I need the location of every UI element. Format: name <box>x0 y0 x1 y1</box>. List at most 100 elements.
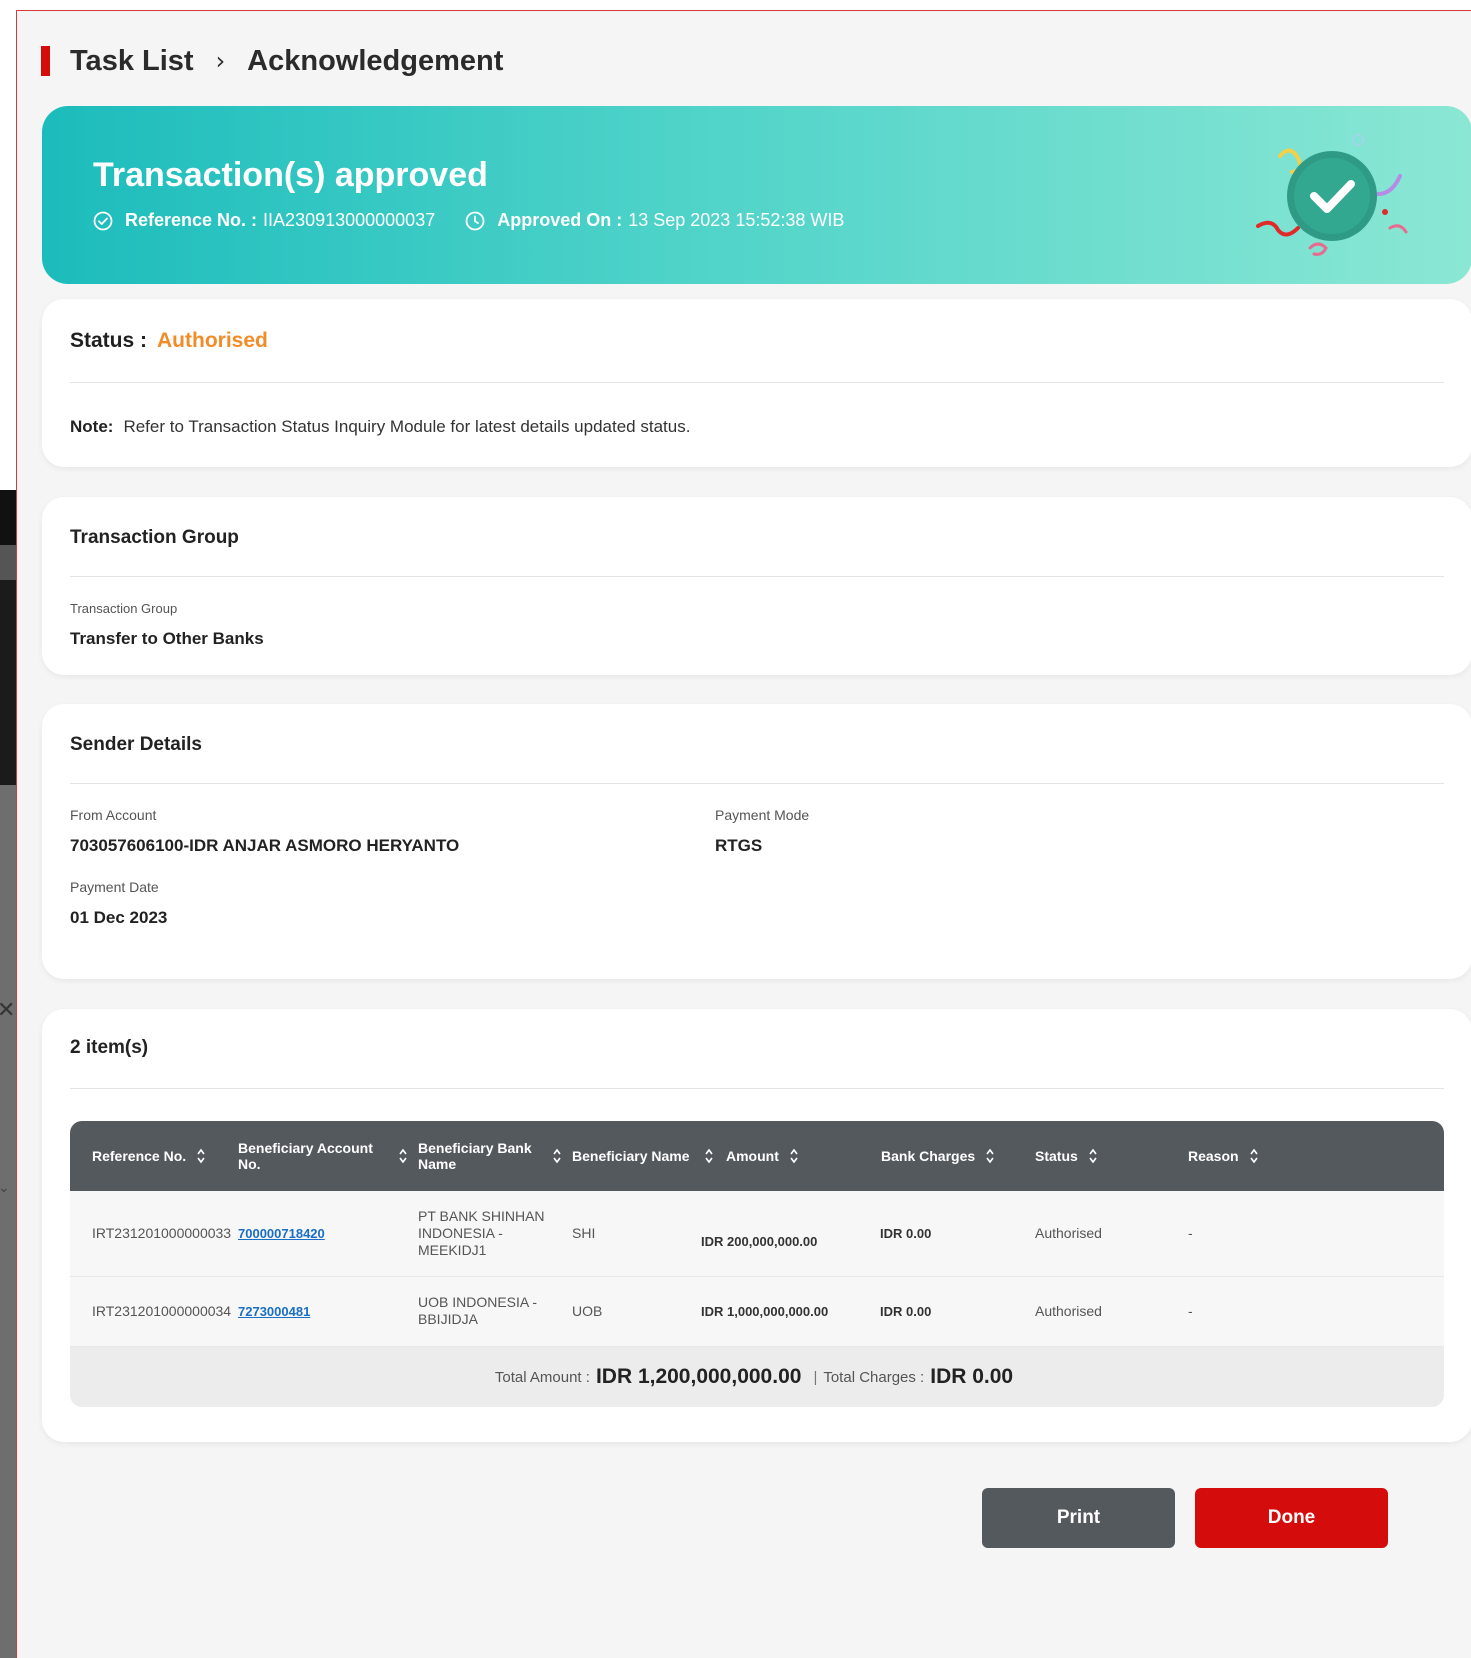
table-row: IRT231201000000033 700000718420 PT BANK … <box>70 1191 1444 1277</box>
divider <box>70 1088 1444 1089</box>
cell-beneficiary-name: SHI <box>572 1225 596 1241</box>
transaction-group-heading: Transaction Group <box>70 527 239 548</box>
cell-reference: IRT231201000000034 <box>92 1303 232 1319</box>
cell-bank: PT BANK SHINHAN INDONESIA - MEEKIDJ1 <box>418 1208 545 1258</box>
col-reason-label: Reason <box>1188 1148 1239 1164</box>
success-check-illustration <box>1256 134 1408 256</box>
col-amount[interactable]: Amount <box>726 1121 856 1191</box>
note-text: Refer to Transaction Status Inquiry Modu… <box>123 417 691 436</box>
cell-charges: IDR 0.00 <box>880 1304 932 1319</box>
cell-reason: - <box>1188 1225 1193 1241</box>
from-account-value: 703057606100-IDR ANJAR ASMORO HERYANTO <box>70 836 460 855</box>
sort-icon[interactable] <box>552 1147 562 1165</box>
status-label: Status : <box>70 329 148 352</box>
backdrop-strip: ✕ ⌄ <box>0 0 16 1658</box>
items-table: Reference No. Beneficiary Account No. Be… <box>70 1121 1444 1407</box>
transaction-group-card: Transaction Group Transaction Group Tran… <box>42 497 1471 675</box>
col-beneficiary-name-label: Beneficiary Name <box>572 1148 690 1164</box>
payment-date-value: 01 Dec 2023 <box>70 908 168 927</box>
col-reason[interactable]: Reason <box>1188 1121 1328 1191</box>
col-reference-no[interactable]: Reference No. <box>92 1121 232 1191</box>
sort-icon[interactable] <box>1249 1147 1259 1165</box>
col-status-label: Status <box>1035 1148 1078 1164</box>
reference-label: Reference No. : <box>125 210 258 230</box>
sort-icon[interactable] <box>704 1147 714 1165</box>
total-amount-label: Total Amount : <box>494 1368 590 1386</box>
total-amount-value: IDR 1,200,000,000.00 <box>595 1365 802 1388</box>
backdrop-segment <box>0 545 16 580</box>
status-line: Status : Authorised <box>70 329 268 353</box>
note-line: Note: Refer to Transaction Status Inquir… <box>70 417 690 437</box>
total-charges-label: Total Charges : <box>823 1368 925 1386</box>
items-count: 2 item(s) <box>70 1037 149 1058</box>
col-bank-charges-label: Bank Charges <box>881 1148 976 1164</box>
status-card: Status : Authorised Note: Refer to Trans… <box>42 299 1471 467</box>
payment-date-label: Payment Date <box>70 879 159 895</box>
col-bank-charges[interactable]: Bank Charges <box>881 1121 1021 1191</box>
cell-status: Authorised <box>1035 1303 1102 1319</box>
sort-icon[interactable] <box>789 1147 799 1165</box>
chevron-down-icon: ⌄ <box>0 1180 10 1196</box>
sort-icon[interactable] <box>985 1147 995 1165</box>
items-card: 2 item(s) Reference No. Beneficiary Acco… <box>42 1009 1471 1442</box>
print-button[interactable]: Print <box>982 1488 1175 1548</box>
cell-bank: UOB INDONESIA - BBIJIDJA <box>418 1294 538 1327</box>
col-beneficiary-bank[interactable]: Beneficiary Bank Name <box>418 1121 568 1191</box>
backdrop-segment <box>0 785 16 1658</box>
col-reference-no-label: Reference No. <box>92 1148 187 1164</box>
close-icon[interactable]: ✕ <box>0 1000 15 1022</box>
from-account-label: From Account <box>70 807 157 823</box>
success-banner: Transaction(s) approved Reference No. : … <box>42 106 1471 284</box>
total-charges-value: IDR 0.00 <box>930 1365 1014 1388</box>
breadcrumb: Task List › Acknowledgement <box>41 41 503 81</box>
cell-charges: IDR 0.00 <box>880 1226 932 1241</box>
table-header: Reference No. Beneficiary Account No. Be… <box>70 1121 1444 1191</box>
cell-account-link[interactable]: 700000718420 <box>238 1225 325 1242</box>
payment-mode-value: RTGS <box>715 836 763 855</box>
totals-separator: | <box>813 1368 818 1386</box>
cell-account-link[interactable]: 7273000481 <box>238 1303 310 1320</box>
col-beneficiary-account-label: Beneficiary Account No. <box>238 1140 373 1172</box>
reference-info: Reference No. : IIA230913000000037 <box>93 210 435 231</box>
divider <box>70 576 1444 577</box>
breadcrumb-task-list[interactable]: Task List <box>70 45 194 78</box>
sort-icon[interactable] <box>196 1147 206 1165</box>
approved-label: Approved On : <box>497 210 623 230</box>
divider <box>70 783 1444 784</box>
approved-value: 13 Sep 2023 15:52:38 WIB <box>628 210 845 230</box>
sort-icon[interactable] <box>1088 1147 1098 1165</box>
payment-mode-label: Payment Mode <box>715 807 810 823</box>
cell-reason: - <box>1188 1303 1193 1319</box>
col-beneficiary-bank-label: Beneficiary Bank Name <box>418 1140 532 1172</box>
cell-reference: IRT231201000000033 <box>92 1225 232 1241</box>
clock-icon <box>465 211 485 230</box>
cell-amount: IDR 1,000,000,000.00 <box>701 1304 829 1319</box>
sender-details-heading: Sender Details <box>70 734 202 755</box>
cell-status: Authorised <box>1035 1225 1102 1241</box>
table-totals: Total Amount : IDR 1,200,000,000.00 | To… <box>70 1347 1444 1407</box>
banner-title: Transaction(s) approved <box>93 156 488 194</box>
divider <box>70 382 1444 383</box>
chevron-right-icon: › <box>215 47 226 75</box>
col-beneficiary-account[interactable]: Beneficiary Account No. <box>238 1121 408 1191</box>
sort-icon[interactable] <box>398 1147 408 1165</box>
backdrop-segment <box>0 580 16 785</box>
col-amount-label: Amount <box>726 1148 779 1164</box>
backdrop-segment <box>0 490 16 545</box>
reference-value: IIA230913000000037 <box>263 210 436 230</box>
sender-details-card: Sender Details From Account 703057606100… <box>42 704 1471 979</box>
accent-bar <box>41 46 50 76</box>
table-row: IRT231201000000034 7273000481 UOB INDONE… <box>70 1277 1444 1347</box>
done-button[interactable]: Done <box>1195 1488 1388 1548</box>
acknowledgement-panel: Task List › Acknowledgement Transaction(… <box>16 10 1471 1658</box>
col-status[interactable]: Status <box>1035 1121 1175 1191</box>
col-beneficiary-name[interactable]: Beneficiary Name <box>572 1121 720 1191</box>
transaction-group-label: Transaction Group <box>70 601 178 616</box>
cell-beneficiary-name: UOB <box>572 1303 603 1319</box>
banner-meta: Reference No. : IIA230913000000037 Appro… <box>93 210 874 231</box>
approved-info: Approved On : 13 Sep 2023 15:52:38 WIB <box>465 210 844 231</box>
note-label: Note: <box>70 417 114 436</box>
status-value: Authorised <box>157 329 268 352</box>
check-circle-icon <box>93 211 113 230</box>
transaction-group-value: Transfer to Other Banks <box>70 629 264 648</box>
